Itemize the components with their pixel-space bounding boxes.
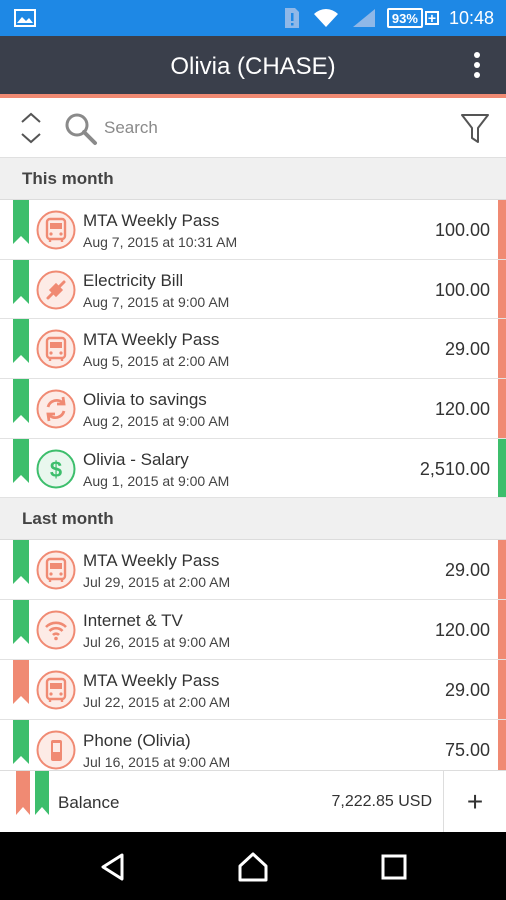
transaction-date: Aug 2, 2015 at 9:00 AM xyxy=(83,413,230,430)
section-header: Last month xyxy=(0,498,506,541)
image-notification-icon xyxy=(14,9,36,27)
type-indicator-bar xyxy=(498,379,506,438)
bus-icon xyxy=(36,550,76,590)
transaction-name: MTA Weekly Pass xyxy=(83,670,220,690)
type-indicator-bar xyxy=(498,200,506,259)
section-header: This month xyxy=(0,158,506,200)
transaction-date: Jul 26, 2015 at 9:00 AM xyxy=(83,634,231,651)
transaction-row[interactable]: MTA Weekly Pass Aug 7, 2015 at 10:31 AM 10… xyxy=(0,200,506,260)
status-flag-icon xyxy=(13,259,29,304)
transaction-amount: 75.00 xyxy=(444,739,490,760)
transaction-amount: 100.00 xyxy=(434,220,490,240)
sim-alert-icon xyxy=(284,8,299,28)
phone-icon xyxy=(36,730,76,769)
transaction-amount: 29.00 xyxy=(444,560,490,581)
transaction-name: MTA Weekly Pass xyxy=(83,211,220,230)
type-indicator-bar xyxy=(498,540,506,600)
status-flag-icon xyxy=(13,200,29,244)
transaction-name: Internet & TV xyxy=(83,611,183,631)
transaction-row[interactable]: MTA Weekly Pass Jul 22, 2015 at 2:00 AM 29… xyxy=(0,659,506,720)
transaction-row[interactable]: MTA Weekly Pass Aug 5, 2015 at 2:00 AM 29.… xyxy=(0,319,506,380)
transaction-name: Olivia - Salary xyxy=(83,449,189,469)
status-flag-icon xyxy=(13,600,29,645)
transaction-amount: 120.00 xyxy=(434,620,490,641)
transaction-list[interactable]: This month MTA Weekly Pass Aug 7, 2015 at … xyxy=(0,158,506,770)
transaction-date: Jul 29, 2015 at 2:00 AM xyxy=(83,574,231,591)
account-title: Olivia (CHASE) xyxy=(170,53,336,80)
balance-label: Balance xyxy=(58,793,120,812)
transaction-date: Jul 16, 2015 at 9:00 AM xyxy=(83,753,231,770)
type-indicator-bar xyxy=(498,438,506,498)
back-icon[interactable] xyxy=(96,850,130,884)
type-indicator-bar xyxy=(498,319,506,379)
transaction-row[interactable]: $ Olivia - Salary Aug 1, 2015 at 9:00 AM 2,… xyxy=(0,438,506,499)
dollar-icon: $ xyxy=(36,449,76,489)
transaction-amount: 29.00 xyxy=(444,339,490,360)
search-toolbar xyxy=(0,98,506,158)
transaction-date: Aug 7, 2015 at 9:00 AM xyxy=(83,293,230,310)
bus-icon xyxy=(36,670,76,710)
plug-icon xyxy=(36,270,76,310)
status-flag-icon xyxy=(13,719,29,764)
overflow-menu-icon[interactable] xyxy=(472,52,482,80)
status-bar: 93% + 10:48 xyxy=(0,0,506,36)
transaction-name: Phone (Olivia) xyxy=(83,730,191,750)
bus-icon xyxy=(36,329,76,369)
transaction-amount: 100.00 xyxy=(434,279,490,300)
transaction-date: Aug 1, 2015 at 9:00 AM xyxy=(83,472,230,489)
signal-icon xyxy=(352,9,375,27)
transaction-name: Electricity Bill xyxy=(83,270,184,290)
transaction-row[interactable]: Phone (Olivia) Jul 16, 2015 at 9:00 AM 75.… xyxy=(0,719,506,770)
balance-bar: Balance 7,222.85 USD + xyxy=(0,770,506,833)
transaction-name: MTA Weekly Pass xyxy=(83,330,220,350)
transfer-icon xyxy=(36,389,76,429)
recents-icon[interactable] xyxy=(377,850,411,884)
add-transaction-button[interactable]: + xyxy=(444,771,506,833)
status-flag-icon xyxy=(13,438,29,483)
wifi-icon xyxy=(36,610,76,650)
status-flag-icon xyxy=(13,540,29,585)
charging-icon: + xyxy=(424,11,439,25)
status-icons: 93% + 10:48 xyxy=(283,0,494,36)
status-flag-icon xyxy=(13,659,29,704)
transaction-row[interactable]: Electricity Bill Aug 7, 2015 at 9:00 AM 10… xyxy=(0,259,506,320)
type-indicator-bar xyxy=(498,719,506,770)
svg-text:$: $ xyxy=(50,457,62,482)
transaction-amount: 29.00 xyxy=(444,679,490,700)
system-nav-bar xyxy=(0,832,506,900)
sort-icon[interactable] xyxy=(18,110,44,146)
app-bar: Olivia (CHASE) xyxy=(0,36,506,94)
balance-value: 7,222.85 USD xyxy=(331,793,432,810)
battery-level: 93% xyxy=(391,10,418,26)
wifi-status-icon xyxy=(313,9,338,27)
status-flag-icon xyxy=(13,319,29,364)
balance-flags-icon xyxy=(16,771,49,815)
transaction-row[interactable]: Olivia to savings Aug 2, 2015 at 9:00 AM 1… xyxy=(0,379,506,439)
transaction-row[interactable]: MTA Weekly Pass Jul 29, 2015 at 2:00 AM 29… xyxy=(0,540,506,601)
filter-icon[interactable] xyxy=(460,112,490,144)
search-input[interactable] xyxy=(104,116,404,140)
type-indicator-bar xyxy=(498,259,506,319)
transaction-date: Jul 22, 2015 at 2:00 AM xyxy=(83,693,231,710)
transaction-date: Aug 5, 2015 at 2:00 AM xyxy=(83,353,230,370)
home-icon[interactable] xyxy=(236,850,270,884)
transaction-amount: 120.00 xyxy=(434,399,490,420)
transaction-name: Olivia to savings xyxy=(83,390,207,410)
transaction-amount: 2,510.00 xyxy=(419,458,490,479)
status-flag-icon xyxy=(13,379,29,424)
clock: 10:48 xyxy=(448,7,494,28)
transaction-name: MTA Weekly Pass xyxy=(83,551,220,571)
type-indicator-bar xyxy=(498,600,506,659)
transaction-date: Aug 7, 2015 at 10:31 AM xyxy=(83,234,238,250)
transaction-row[interactable]: Internet & TV Jul 26, 2015 at 9:00 AM 120.… xyxy=(0,600,506,660)
search-icon[interactable] xyxy=(64,112,98,146)
type-indicator-bar xyxy=(498,659,506,719)
battery-indicator: 93% xyxy=(386,8,423,28)
bus-icon xyxy=(36,210,76,250)
